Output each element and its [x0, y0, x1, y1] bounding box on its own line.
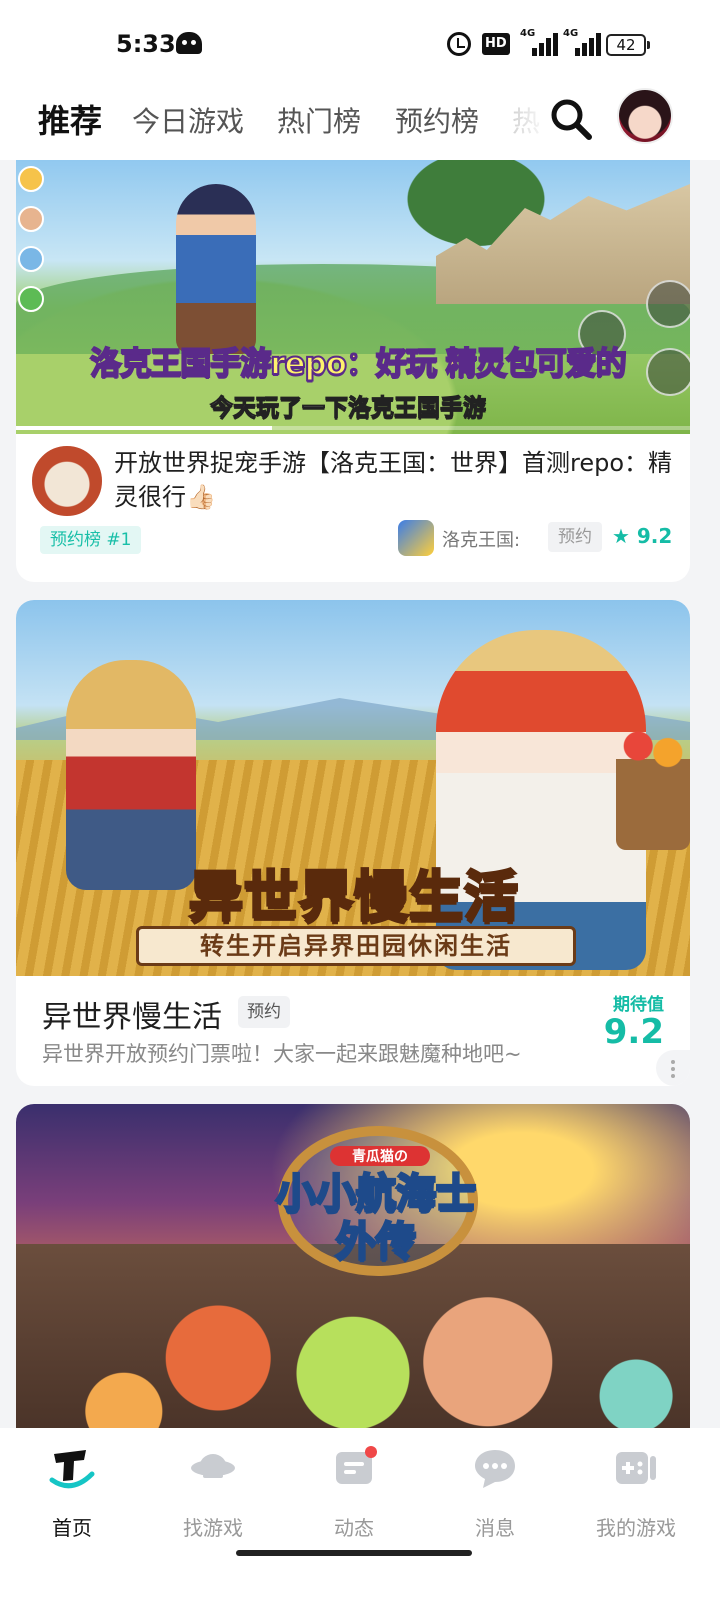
tab-reserve-chart[interactable]: 预约榜 — [395, 100, 479, 140]
post-title[interactable]: 开放世界捉宠手游【洛克王国：世界】首测repo：精灵很行👍🏻 — [114, 446, 674, 514]
feed-icon — [336, 1446, 377, 1484]
nav-label: 我的游戏 — [596, 1516, 676, 1540]
game-description: 异世界开放预约门票啦！大家一起来跟魅魔种地吧~ — [42, 1042, 522, 1066]
tab-today-games[interactable]: 今日游戏 — [132, 100, 244, 140]
video-subcaption: 今天玩了一下洛克王国手游 — [210, 395, 487, 422]
home-icon — [49, 1450, 95, 1489]
rank-badge[interactable]: 预约榜 #1 — [40, 526, 142, 554]
game-logo-text: 异世界慢生活 — [188, 864, 520, 930]
post-card[interactable]: 洛克王国手游repo：好玩 精灵包可爱的 今天玩了一下洛克王国手游 开放世界捉宠… — [16, 160, 690, 582]
nav-messages[interactable]: 消息 — [423, 1446, 567, 1556]
battery-icon: 42 — [606, 34, 650, 56]
nav-label: 找游戏 — [183, 1516, 243, 1540]
search-icon[interactable] — [548, 96, 594, 142]
game-title[interactable]: 异世界慢生活 — [42, 992, 222, 1036]
game-banner[interactable]: 异世界慢生活 转生开启异界田园休闲生活 — [16, 600, 690, 976]
signal-label: 4G — [563, 28, 579, 39]
unread-badge — [365, 1446, 377, 1458]
game-logo-prefix: 青瓜猫の — [330, 1146, 430, 1166]
game-icon[interactable] — [398, 520, 434, 556]
nav-label: 动态 — [334, 1516, 374, 1540]
tab-recommend[interactable]: 推荐 — [33, 96, 105, 142]
home-indicator[interactable] — [236, 1550, 472, 1556]
nav-find-games[interactable]: 找游戏 — [141, 1446, 285, 1556]
author-avatar[interactable] — [32, 446, 102, 516]
video-progress-bar — [16, 426, 690, 430]
reserve-button[interactable]: 预约 — [548, 522, 602, 552]
planet-icon — [191, 1454, 235, 1478]
game-character — [176, 184, 256, 354]
game-party-icons — [18, 166, 48, 326]
game-logo-line: 外传 — [335, 1218, 418, 1267]
nav-label: 消息 — [475, 1516, 515, 1540]
nav-label: 首页 — [52, 1516, 92, 1540]
fruit-basket — [616, 720, 690, 850]
signal-label: 4G — [520, 28, 536, 39]
status-bar: 5:33 HD 4G 4G 42 — [0, 0, 720, 88]
gamepad-icon — [616, 1452, 656, 1484]
nav-feed[interactable]: 动态 — [282, 1446, 426, 1556]
game-name[interactable]: 洛克王国: — [442, 526, 520, 552]
game-card[interactable]: 青瓜猫の 小小航海士 外传 — [16, 1104, 690, 1428]
user-avatar[interactable] — [617, 88, 673, 144]
game-slogan: 转生开启异界田园休闲生活 — [136, 926, 576, 966]
game-logo-text: 小小航海士 外传 — [246, 1170, 506, 1267]
top-tab-bar: 推荐 今日游戏 热门榜 预约榜 热 — [0, 88, 720, 160]
tab-hot-chart[interactable]: 热门榜 — [277, 100, 361, 140]
nav-my-games[interactable]: 我的游戏 — [564, 1446, 708, 1556]
tab-fade-mask — [490, 88, 550, 160]
reserve-tag: 预约 — [238, 996, 290, 1028]
alarm-icon — [447, 32, 471, 56]
notification-app-icon — [176, 32, 202, 54]
recommend-feed[interactable]: 洛克王国手游repo：好玩 精灵包可爱的 今天玩了一下洛克王国手游 开放世界捉宠… — [0, 160, 720, 1428]
signal-icon: 4G — [563, 28, 603, 56]
status-time: 5:33 — [116, 30, 176, 58]
game-card[interactable]: 异世界慢生活 转生开启异界田园休闲生活 异世界慢生活 预约 异世界开放预约门票啦… — [16, 600, 690, 1086]
video-caption: 洛克王国手游repo：好玩 精灵包可爱的 — [89, 345, 628, 383]
game-banner[interactable]: 青瓜猫の 小小航海士 外传 — [16, 1104, 690, 1428]
skill-icon — [646, 280, 690, 328]
expectation-score: 9.2 — [603, 1012, 664, 1052]
rating-score: ★ 9.2 — [612, 524, 673, 548]
game-logo-line: 小小航海士 — [275, 1170, 478, 1219]
skill-icon — [646, 348, 690, 396]
video-progress-fill — [16, 426, 273, 430]
signal-icon: 4G — [520, 28, 560, 56]
nav-home[interactable]: 首页 — [0, 1446, 144, 1556]
video-thumbnail[interactable]: 洛克王国手游repo：好玩 精灵包可爱的 今天玩了一下洛克王国手游 — [16, 160, 690, 434]
bottom-tab-bar: 首页 找游戏 动态 消息 我的游戏 — [0, 1428, 720, 1600]
post-info: 开放世界捉宠手游【洛克王国：世界】首测repo：精灵很行👍🏻 预约榜 #1 洛克… — [16, 434, 690, 582]
more-options-icon[interactable] — [656, 1050, 690, 1086]
message-icon — [475, 1450, 515, 1488]
hd-voice-icon: HD — [482, 33, 510, 55]
